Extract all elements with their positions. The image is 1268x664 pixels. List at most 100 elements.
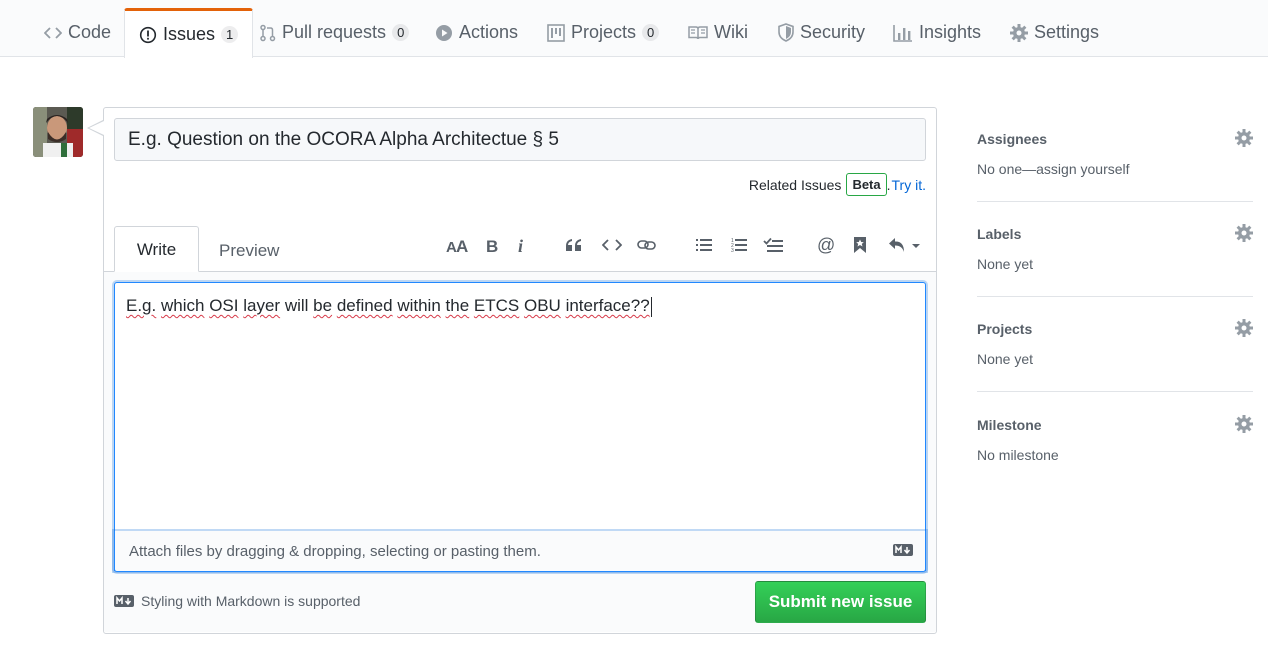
issue-opened-icon: [139, 26, 157, 43]
pull-requests-counter: 0: [392, 24, 410, 41]
tab-wiki[interactable]: Wiki: [688, 8, 748, 57]
body-word-2: which: [160, 296, 205, 315]
beta-badge: Beta: [846, 173, 887, 196]
body-word-6: be: [313, 296, 333, 315]
shield-icon: [778, 23, 794, 42]
issues-counter: 1: [221, 26, 239, 43]
text-cursor: [650, 296, 652, 317]
svg-text:i: i: [518, 237, 523, 253]
submit-new-issue-button[interactable]: Submit new issue: [755, 581, 926, 623]
quote-icon[interactable]: [564, 230, 584, 260]
gear-icon: [1010, 23, 1028, 42]
svg-text:3: 3: [731, 248, 734, 253]
projects-counter: 0: [642, 24, 660, 41]
new-issue-form: E.g. Question on the OCORA Alpha Archite…: [87, 107, 937, 634]
tab-security[interactable]: Security: [778, 8, 865, 57]
assignees-value[interactable]: No one—assign yourself: [977, 161, 1253, 177]
markdown-support-note[interactable]: Styling with Markdown is supported: [114, 593, 360, 609]
preview-tab[interactable]: Preview: [219, 226, 279, 272]
gear-icon[interactable]: [1235, 224, 1253, 242]
markdown-icon: [114, 595, 134, 607]
body-word-5: will: [284, 296, 309, 315]
task-list-icon[interactable]: [762, 230, 784, 260]
svg-text:A: A: [456, 237, 468, 253]
tab-code-label: Code: [68, 22, 112, 42]
svg-text:B: B: [486, 237, 498, 253]
assignees-title: Assignees: [977, 131, 1048, 147]
related-issues: Related Issues Beta . Try it.: [749, 173, 926, 196]
reply-icon[interactable]: [887, 230, 923, 260]
gear-icon[interactable]: [1235, 129, 1253, 147]
text-size-icon[interactable]: AA: [445, 230, 469, 260]
tab-code[interactable]: Code: [44, 8, 111, 57]
svg-text:@: @: [817, 236, 835, 254]
avatar-caret-fill: [89, 121, 104, 135]
tab-insights[interactable]: Insights: [893, 8, 981, 57]
tab-pull-requests[interactable]: Pull requests 0: [260, 8, 410, 57]
write-tab[interactable]: Write: [114, 226, 199, 272]
milestone-title: Milestone: [977, 417, 1042, 433]
attach-files-area[interactable]: Attach files by dragging & dropping, sel…: [114, 531, 926, 572]
markdown-icon[interactable]: [893, 544, 913, 556]
attach-files-hint: Attach files by dragging & dropping, sel…: [129, 543, 541, 560]
code-icon: [44, 26, 62, 39]
labels-title: Labels: [977, 226, 1022, 242]
body-word-10: ETCS: [473, 296, 520, 315]
project-icon: [547, 23, 565, 42]
body-word-1: E.g.: [126, 296, 157, 315]
tab-actions[interactable]: Actions: [435, 8, 518, 57]
projects-value: None yet: [977, 351, 1034, 367]
play-icon: [436, 24, 452, 41]
body-word-11: OBU: [523, 296, 561, 315]
sidebar-assignees: Assignees No one—assign yourself: [977, 129, 1253, 177]
milestone-value: No milestone: [977, 447, 1059, 463]
body-word-4: layer: [243, 296, 281, 315]
italic-icon[interactable]: i: [516, 230, 528, 260]
avatar-photo: [33, 107, 83, 157]
tab-issues[interactable]: Issues 1: [124, 8, 254, 58]
gear-icon[interactable]: [1235, 319, 1253, 337]
tab-pull-requests-label: Pull requests: [282, 22, 387, 42]
labels-value: None yet: [977, 256, 1034, 272]
projects-title: Projects: [977, 321, 1033, 337]
git-pull-request-icon: [260, 24, 276, 41]
body-word-3: OSI: [209, 296, 239, 315]
tab-issues-label: Issues: [163, 24, 216, 44]
graph-icon: [893, 24, 912, 42]
sidebar-divider: [977, 391, 1253, 392]
issue-body-textarea[interactable]: E.g. which OSI layer will be defined wit…: [114, 282, 926, 571]
markdown-support-text: Styling with Markdown is supported: [141, 593, 361, 609]
sidebar-divider: [977, 201, 1253, 202]
book-icon: [688, 25, 708, 39]
ordered-list-icon[interactable]: 123: [730, 230, 748, 260]
issue-title-input[interactable]: E.g. Question on the OCORA Alpha Archite…: [114, 118, 926, 161]
gear-icon[interactable]: [1235, 415, 1253, 433]
body-word-12: interface??: [565, 296, 650, 315]
body-word-8: within: [397, 296, 441, 315]
try-it-link[interactable]: Try it.: [892, 177, 926, 193]
body-word-9: the: [445, 296, 470, 315]
code-icon[interactable]: [601, 230, 623, 260]
tab-actions-label: Actions: [459, 22, 519, 42]
link-icon[interactable]: [636, 230, 658, 260]
tab-insights-label: Insights: [919, 22, 982, 42]
sidebar-labels: Labels None yet: [977, 224, 1253, 272]
bold-icon[interactable]: B: [484, 230, 500, 260]
tab-security-label: Security: [800, 22, 866, 42]
user-avatar[interactable]: [33, 107, 83, 157]
tab-settings-label: Settings: [1034, 22, 1100, 42]
sidebar-divider: [977, 296, 1253, 297]
repo-tab-nav: Code Issues 1 Pull requests 0 Actions Pr…: [0, 0, 1268, 58]
tab-wiki-label: Wiki: [714, 22, 748, 42]
related-issues-label: Related Issues: [748, 176, 842, 193]
body-word-7: defined: [336, 296, 393, 315]
related-period: .: [886, 176, 891, 193]
unordered-list-icon[interactable]: [695, 230, 713, 260]
sidebar-milestone: Milestone No milestone: [977, 415, 1253, 463]
tab-settings[interactable]: Settings: [1010, 8, 1099, 57]
bookmark-icon[interactable]: [853, 230, 867, 260]
sidebar-projects: Projects None yet: [977, 319, 1253, 367]
mention-icon[interactable]: @: [816, 230, 836, 260]
tab-projects[interactable]: Projects 0: [547, 8, 660, 57]
tab-projects-label: Projects: [571, 22, 637, 42]
